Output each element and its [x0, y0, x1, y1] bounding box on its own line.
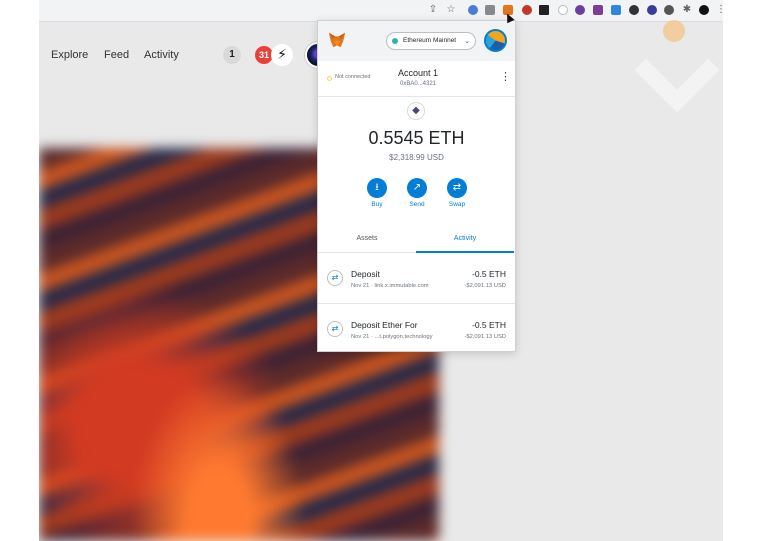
swap-button[interactable]: ⇄: [447, 178, 467, 198]
account-bar: Not connected Account 1 0xBA0...4321 ⋮: [318, 61, 515, 97]
extension-icon[interactable]: [593, 5, 603, 15]
connection-status-dot: [327, 76, 332, 81]
extension-icon[interactable]: [575, 5, 585, 15]
nav-explore[interactable]: Explore: [51, 49, 88, 61]
profile-icon[interactable]: [699, 5, 709, 15]
extensions-icon[interactable]: ✱: [681, 4, 693, 16]
transaction-usd: -$2,091.13 USD: [464, 334, 506, 340]
buy-label[interactable]: Buy: [357, 201, 397, 208]
transaction-amount: -0.5 ETH: [471, 269, 506, 279]
swap-icon: ⇄: [327, 321, 343, 337]
transaction-details: Nov 21 · link.x.immutable.com: [351, 283, 429, 289]
account-avatar[interactable]: [484, 29, 507, 52]
chevron-down-icon: ⌄: [464, 37, 470, 45]
connection-status[interactable]: Not connected: [335, 74, 370, 80]
extension-icon[interactable]: [647, 5, 657, 15]
nav-feed[interactable]: Feed: [104, 49, 129, 61]
account-address-copy[interactable]: 0xBA0...4321: [378, 81, 458, 87]
network-label: Ethereum Mainnet: [403, 37, 457, 44]
buy-button[interactable]: ⭳: [367, 178, 387, 198]
extension-icon[interactable]: [558, 5, 568, 15]
extension-icon[interactable]: [629, 5, 639, 15]
extension-icon[interactable]: [522, 5, 532, 15]
more-icon[interactable]: ⋮: [715, 4, 723, 16]
wallet-tabs: Assets Activity: [318, 226, 515, 253]
send-button[interactable]: ↗: [407, 178, 427, 198]
transaction-amount: -0.5 ETH: [471, 320, 506, 330]
download-icon: ⭳: [375, 182, 379, 193]
transaction-title: Deposit: [351, 269, 380, 279]
nav-activity[interactable]: Activity: [144, 49, 179, 61]
send-label[interactable]: Send: [397, 201, 437, 208]
transaction-details: Nov 21 · ...t.polygon.technology: [351, 334, 433, 340]
swap-icon: ⇄: [327, 270, 343, 286]
transaction-row[interactable]: ⇄ Deposit Nov 21 · link.x.immutable.com …: [318, 256, 515, 304]
transaction-row[interactable]: ⇄ Deposit Ether For Nov 21 · ...t.polygo…: [318, 307, 515, 355]
swap-icon: ⇄: [452, 182, 462, 193]
arrow-up-right-icon: ↗: [412, 182, 422, 193]
metamask-header: Ethereum Mainnet ⌄: [318, 21, 515, 61]
metamask-popup: Ethereum Mainnet ⌄ Not connected Account…: [317, 20, 516, 352]
metamask-fox-icon: [328, 32, 346, 48]
swap-label[interactable]: Swap: [437, 201, 477, 208]
extension-icon[interactable]: [468, 5, 478, 15]
browser-toolbar: ⇪ ☆ ✱ ⋮: [39, 0, 723, 22]
share-icon[interactable]: ⇪: [427, 4, 439, 16]
transaction-title: Deposit Ether For: [351, 320, 418, 330]
chevron-down-icon: [634, 27, 720, 113]
account-options-icon[interactable]: ⋮: [500, 71, 511, 83]
network-status-dot: [392, 38, 398, 44]
extension-icon[interactable]: [539, 5, 549, 15]
transaction-usd: -$2,091.13 USD: [464, 283, 506, 289]
account-name: Account 1: [397, 68, 439, 78]
extension-icon[interactable]: [611, 5, 621, 15]
tab-assets[interactable]: Assets: [318, 226, 416, 253]
extension-icon[interactable]: [664, 5, 674, 15]
tab-activity[interactable]: Activity: [416, 226, 514, 253]
ethereum-icon: ◆: [407, 102, 425, 120]
bolt-icon[interactable]: ⚡: [271, 44, 293, 66]
extension-icon[interactable]: [485, 5, 495, 15]
network-selector[interactable]: Ethereum Mainnet ⌄: [386, 32, 476, 50]
activity-count-badge: 1: [223, 46, 241, 64]
usd-balance: $2,318.99 USD: [389, 153, 444, 162]
screenshot: ⇪ ☆ ✱ ⋮ Explore Feed Activity 1 31 ⚡ Eth…: [0, 0, 763, 541]
eth-balance: 0.5545 ETH: [368, 128, 465, 148]
star-icon[interactable]: ☆: [445, 4, 457, 16]
